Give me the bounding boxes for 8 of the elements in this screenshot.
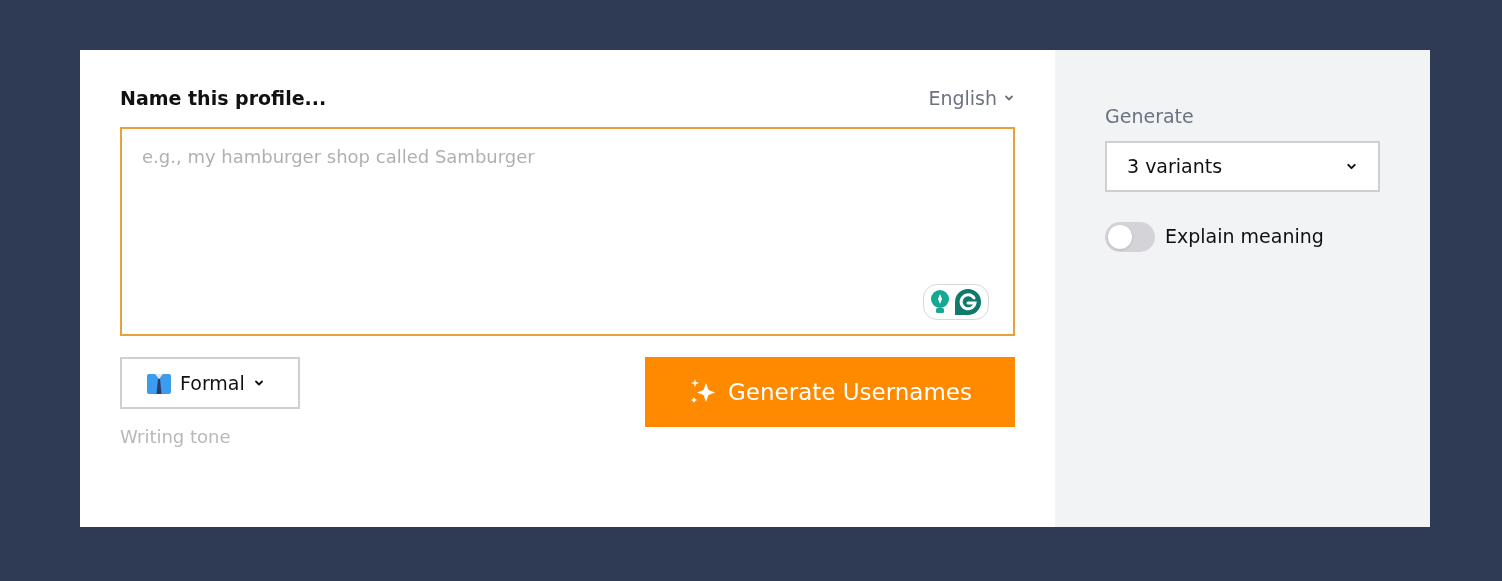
variants-dropdown[interactable]: 3 variants	[1105, 140, 1380, 192]
generate-label: Generate	[1105, 104, 1195, 129]
tone-dropdown[interactable]: Formal	[120, 357, 300, 409]
form-title: Name this profile...	[120, 85, 327, 111]
profile-input-field[interactable]: e.g., my hamburger shop called Samburger	[120, 127, 1015, 336]
language-dropdown[interactable]: English	[928, 83, 1015, 113]
explain-label: Explain meaning	[1165, 224, 1324, 250]
tone-caption: Writing tone	[120, 425, 232, 449]
